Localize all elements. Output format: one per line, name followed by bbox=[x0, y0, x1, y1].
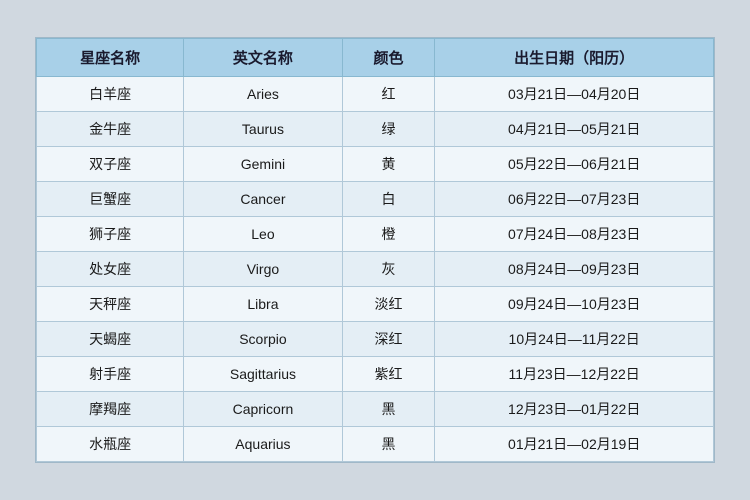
cell-english-name: Leo bbox=[184, 217, 342, 252]
zodiac-table: 星座名称 英文名称 颜色 出生日期（阳历） 白羊座Aries红03月21日—04… bbox=[36, 38, 714, 462]
cell-dates: 09月24日—10月23日 bbox=[435, 287, 714, 322]
cell-dates: 06月22日—07月23日 bbox=[435, 182, 714, 217]
table-row: 天秤座Libra淡红09月24日—10月23日 bbox=[37, 287, 714, 322]
cell-chinese-name: 金牛座 bbox=[37, 112, 184, 147]
table-row: 巨蟹座Cancer白06月22日—07月23日 bbox=[37, 182, 714, 217]
cell-english-name: Aries bbox=[184, 77, 342, 112]
table-row: 处女座Virgo灰08月24日—09月23日 bbox=[37, 252, 714, 287]
cell-chinese-name: 双子座 bbox=[37, 147, 184, 182]
cell-english-name: Cancer bbox=[184, 182, 342, 217]
header-color: 颜色 bbox=[342, 39, 435, 77]
zodiac-table-container: 星座名称 英文名称 颜色 出生日期（阳历） 白羊座Aries红03月21日—04… bbox=[35, 37, 715, 463]
table-body: 白羊座Aries红03月21日—04月20日金牛座Taurus绿04月21日—0… bbox=[37, 77, 714, 462]
table-row: 天蝎座Scorpio深红10月24日—11月22日 bbox=[37, 322, 714, 357]
cell-english-name: Aquarius bbox=[184, 427, 342, 462]
table-row: 射手座Sagittarius紫红11月23日—12月22日 bbox=[37, 357, 714, 392]
cell-dates: 03月21日—04月20日 bbox=[435, 77, 714, 112]
cell-chinese-name: 摩羯座 bbox=[37, 392, 184, 427]
cell-english-name: Sagittarius bbox=[184, 357, 342, 392]
cell-chinese-name: 水瓶座 bbox=[37, 427, 184, 462]
cell-chinese-name: 狮子座 bbox=[37, 217, 184, 252]
header-english-name: 英文名称 bbox=[184, 39, 342, 77]
cell-chinese-name: 白羊座 bbox=[37, 77, 184, 112]
cell-color: 黑 bbox=[342, 427, 435, 462]
cell-chinese-name: 天蝎座 bbox=[37, 322, 184, 357]
cell-color: 绿 bbox=[342, 112, 435, 147]
cell-color: 黄 bbox=[342, 147, 435, 182]
cell-english-name: Scorpio bbox=[184, 322, 342, 357]
cell-dates: 08月24日—09月23日 bbox=[435, 252, 714, 287]
cell-english-name: Gemini bbox=[184, 147, 342, 182]
cell-chinese-name: 天秤座 bbox=[37, 287, 184, 322]
header-dates: 出生日期（阳历） bbox=[435, 39, 714, 77]
cell-english-name: Capricorn bbox=[184, 392, 342, 427]
cell-color: 橙 bbox=[342, 217, 435, 252]
table-row: 白羊座Aries红03月21日—04月20日 bbox=[37, 77, 714, 112]
cell-color: 红 bbox=[342, 77, 435, 112]
cell-dates: 11月23日—12月22日 bbox=[435, 357, 714, 392]
table-row: 金牛座Taurus绿04月21日—05月21日 bbox=[37, 112, 714, 147]
cell-color: 紫红 bbox=[342, 357, 435, 392]
header-chinese-name: 星座名称 bbox=[37, 39, 184, 77]
cell-dates: 04月21日—05月21日 bbox=[435, 112, 714, 147]
table-row: 摩羯座Capricorn黑12月23日—01月22日 bbox=[37, 392, 714, 427]
cell-chinese-name: 处女座 bbox=[37, 252, 184, 287]
cell-chinese-name: 巨蟹座 bbox=[37, 182, 184, 217]
cell-color: 淡红 bbox=[342, 287, 435, 322]
cell-color: 黑 bbox=[342, 392, 435, 427]
cell-dates: 10月24日—11月22日 bbox=[435, 322, 714, 357]
cell-english-name: Virgo bbox=[184, 252, 342, 287]
cell-english-name: Libra bbox=[184, 287, 342, 322]
cell-dates: 12月23日—01月22日 bbox=[435, 392, 714, 427]
cell-dates: 07月24日—08月23日 bbox=[435, 217, 714, 252]
cell-color: 灰 bbox=[342, 252, 435, 287]
cell-chinese-name: 射手座 bbox=[37, 357, 184, 392]
cell-dates: 01月21日—02月19日 bbox=[435, 427, 714, 462]
table-row: 双子座Gemini黄05月22日—06月21日 bbox=[37, 147, 714, 182]
table-row: 狮子座Leo橙07月24日—08月23日 bbox=[37, 217, 714, 252]
cell-color: 白 bbox=[342, 182, 435, 217]
table-row: 水瓶座Aquarius黑01月21日—02月19日 bbox=[37, 427, 714, 462]
cell-color: 深红 bbox=[342, 322, 435, 357]
cell-dates: 05月22日—06月21日 bbox=[435, 147, 714, 182]
cell-english-name: Taurus bbox=[184, 112, 342, 147]
table-header-row: 星座名称 英文名称 颜色 出生日期（阳历） bbox=[37, 39, 714, 77]
